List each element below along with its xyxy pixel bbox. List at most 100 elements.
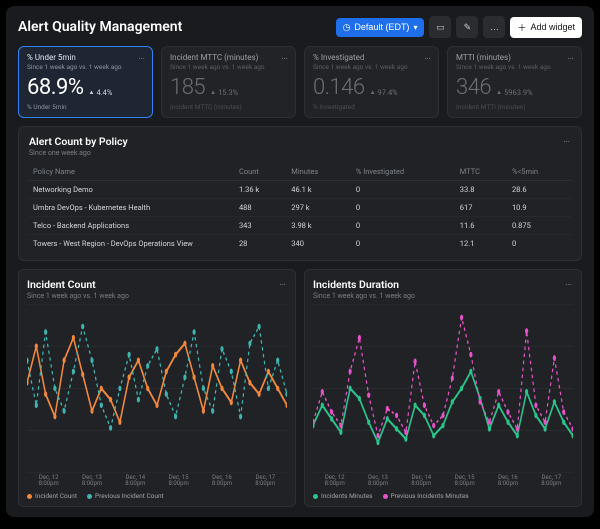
policy-name-cell: Towers - West Region - DevOps Operations…: [29, 235, 235, 253]
table-cell: 46.1 k: [287, 181, 352, 199]
legend-dot-icon: [87, 494, 92, 499]
display-icon: ▭: [436, 22, 445, 33]
kpi-delta: ▲4.4%: [89, 88, 113, 97]
kpi-title: % Under 5min: [27, 53, 144, 62]
table-cell: 0: [352, 199, 456, 217]
add-widget-button[interactable]: ＋ Add widget: [510, 17, 582, 38]
x-tick: Dec, 158:00pm: [443, 475, 486, 488]
legend-label: Incidents Minutes: [321, 492, 373, 500]
table-row[interactable]: Umbra DevOps - Kubernetes Health488297 k…: [29, 199, 571, 217]
column-header[interactable]: Policy Name: [29, 163, 235, 181]
kpi-card[interactable]: …Incident MTTC (minutes)Since 1 week ago…: [161, 46, 296, 118]
table-cell: 1.36 k: [235, 181, 287, 199]
ellipsis-icon: …: [490, 22, 499, 32]
legend-label: Previous Incidents Minutes: [391, 492, 469, 500]
kpi-sub: Since 1 week ago vs. 1 week ago: [170, 63, 287, 71]
panel-more-button[interactable]: …: [565, 278, 573, 288]
x-axis: Dec, 128:00pmDec, 138:00pmDec, 148:00pmD…: [313, 475, 573, 488]
x-tick: Dec, 148:00pm: [114, 475, 157, 488]
kpi-foot: Incident MTTC (minutes): [170, 103, 287, 111]
timezone-label: Default (EDT): [354, 22, 409, 32]
kpi-foot: % Under 5min: [27, 103, 144, 111]
table-cell: 343: [235, 217, 287, 235]
charts-row: Incident CountSince 1 week ago vs. 1 wee…: [18, 269, 582, 507]
table-cell: 0: [352, 217, 456, 235]
kpi-sub: Since 1 week ago vs. 1 week ago: [27, 63, 144, 71]
header-actions: ◷ Default (EDT) ▾ ▭ ✎ … ＋ Add widget: [336, 16, 582, 38]
table-cell: 12.1: [456, 235, 508, 253]
timezone-button[interactable]: ◷ Default (EDT) ▾: [336, 18, 425, 37]
column-header[interactable]: Count: [235, 163, 287, 181]
legend-dot-icon: [383, 494, 388, 499]
kpi-foot: % Investigated: [313, 103, 430, 111]
x-tick: Dec, 168:00pm: [200, 475, 243, 488]
tv-mode-button[interactable]: ▭: [429, 16, 451, 38]
x-tick: Dec, 148:00pm: [400, 475, 443, 488]
policy-table-title: Alert Count by Policy: [29, 135, 128, 148]
kpi-more-button[interactable]: …: [281, 52, 289, 62]
table-row[interactable]: Towers - West Region - DevOps Operations…: [29, 235, 571, 253]
kpi-row: …% Under 5minSince 1 week ago vs. 1 week…: [18, 46, 582, 118]
kpi-value: 185: [170, 75, 205, 100]
table-cell: 11.6: [456, 217, 508, 235]
up-icon: ▲: [89, 89, 95, 96]
policy-name-cell: Telco - Backend Applications: [29, 217, 235, 235]
chart-title: Incidents Duration: [313, 278, 415, 291]
table-cell: 28.6: [508, 181, 571, 199]
kpi-card[interactable]: …% Under 5minSince 1 week ago vs. 1 week…: [18, 46, 153, 118]
table-row[interactable]: Networking Demo1.36 k46.1 k033.828.6: [29, 181, 571, 199]
x-tick: Dec, 168:00pm: [486, 475, 529, 488]
table-cell: 0: [352, 181, 456, 199]
kpi-foot: Incident MTTI (minutes): [456, 103, 573, 111]
kpi-delta: ▲15.3%: [210, 88, 238, 97]
table-cell: 0.875: [508, 217, 571, 235]
x-tick: Dec, 128:00pm: [313, 475, 356, 488]
policy-name-cell: Networking Demo: [29, 181, 235, 199]
legend-dot-icon: [313, 494, 318, 499]
kpi-more-button[interactable]: …: [424, 52, 432, 62]
plus-icon: ＋: [517, 21, 526, 34]
kpi-value: 68.9%: [27, 75, 84, 100]
kpi-card[interactable]: …% InvestigatedSince 1 week ago vs. 1 we…: [304, 46, 439, 118]
kpi-title: Incident MTTC (minutes): [170, 53, 287, 62]
dashboard-header: Alert Quality Management ◷ Default (EDT)…: [18, 16, 582, 38]
column-header[interactable]: %<5min: [508, 163, 571, 181]
column-header[interactable]: % Investigated: [352, 163, 456, 181]
dashboard: Alert Quality Management ◷ Default (EDT)…: [6, 6, 594, 517]
table-cell: 297 k: [287, 199, 352, 217]
x-tick: Dec, 178:00pm: [244, 475, 287, 488]
chart-area[interactable]: [27, 304, 287, 473]
kpi-title: % Investigated: [313, 53, 430, 62]
table-cell: 488: [235, 199, 287, 217]
table-row[interactable]: Telco - Backend Applications3433.98 k011…: [29, 217, 571, 235]
panel-more-button[interactable]: …: [279, 278, 287, 288]
table-cell: 340: [287, 235, 352, 253]
table-cell: 33.8: [456, 181, 508, 199]
more-button[interactable]: …: [483, 16, 505, 38]
kpi-title: MTTI (minutes): [456, 53, 573, 62]
chart-panel: Incidents DurationSince 1 week ago vs. 1…: [304, 269, 582, 507]
policy-table-panel: Alert Count by Policy Since one week ago…: [18, 126, 582, 261]
table-cell: 3.98 k: [287, 217, 352, 235]
up-icon: ▲: [210, 89, 216, 96]
legend-item: Incidents Minutes: [313, 492, 373, 500]
table-cell: 0: [508, 235, 571, 253]
chart-title: Incident Count: [27, 278, 129, 291]
up-icon: ▲: [370, 89, 376, 96]
kpi-value: 0.146: [313, 75, 365, 100]
add-widget-label: Add widget: [530, 22, 575, 32]
kpi-more-button[interactable]: …: [138, 52, 146, 62]
x-tick: Dec, 178:00pm: [530, 475, 573, 488]
kpi-card[interactable]: …MTTI (minutes)Since 1 week ago vs. 1 we…: [447, 46, 582, 118]
policy-table: Policy NameCountMinutes% InvestigatedMTT…: [29, 163, 571, 252]
x-axis: Dec, 128:00pmDec, 138:00pmDec, 148:00pmD…: [27, 475, 287, 488]
edit-button[interactable]: ✎: [456, 16, 478, 38]
chart-area[interactable]: [313, 304, 573, 473]
legend-item: Previous Incidents Minutes: [383, 492, 469, 500]
column-header[interactable]: Minutes: [287, 163, 352, 181]
kpi-more-button[interactable]: …: [567, 52, 575, 62]
kpi-delta: ▲97.4%: [370, 88, 398, 97]
panel-more-button[interactable]: …: [563, 135, 571, 145]
chart-legend: Incident CountPrevious Incident Count: [27, 492, 287, 500]
column-header[interactable]: MTTC: [456, 163, 508, 181]
